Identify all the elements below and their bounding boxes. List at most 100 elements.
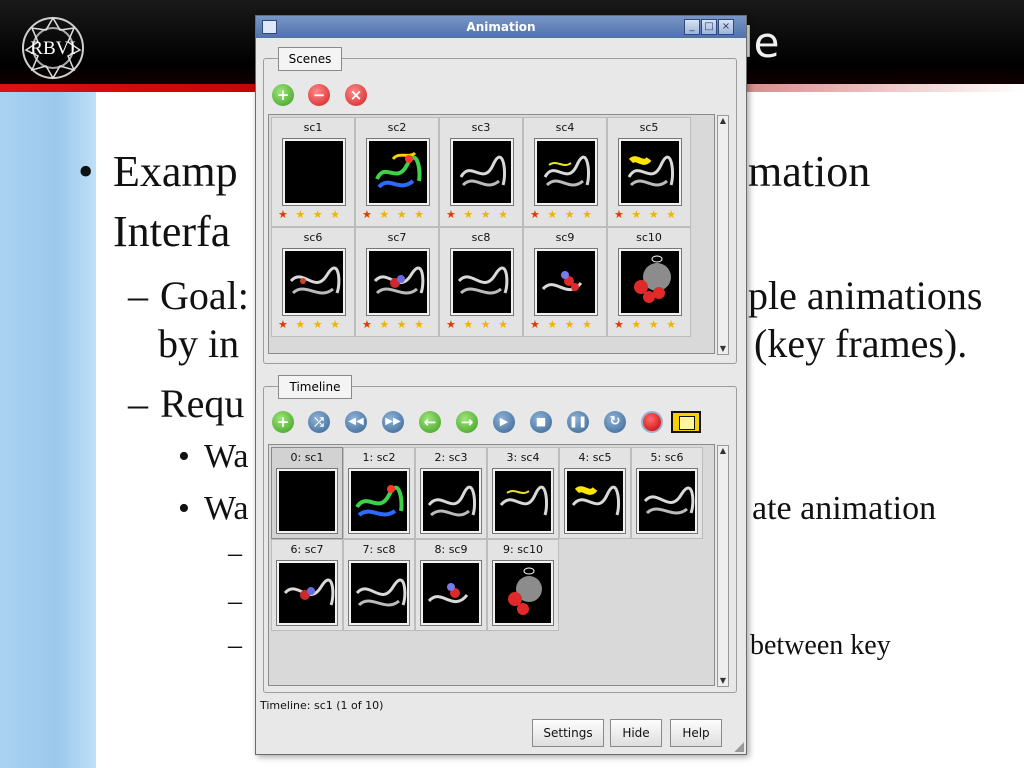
timeline-item[interactable]: 1: sc2 <box>343 447 415 539</box>
bullet-dot: • <box>78 147 94 196</box>
timeline-label: 8: sc9 <box>434 543 468 556</box>
sub-bullet-dash: – <box>228 630 242 661</box>
rating-stars[interactable]: ★ ★ ★ ★ <box>278 208 342 221</box>
scene-label: sc10 <box>636 231 662 244</box>
film-icon[interactable] <box>671 411 701 433</box>
stop-button[interactable]: ■ <box>530 411 552 433</box>
loop-button[interactable]: ↻ <box>604 411 626 433</box>
step-back-button[interactable]: ← <box>419 411 441 433</box>
delete-scene-button[interactable]: × <box>345 84 367 106</box>
scenes-pane: sc1 ★ ★ ★ ★ sc2 ★ ★ ★ ★ sc3 ★ ★ ★ ★ sc4 … <box>268 114 715 354</box>
timeline-thumbnail <box>565 469 625 533</box>
scene-item[interactable]: sc9 ★ ★ ★ ★ <box>523 227 607 337</box>
window-title: Animation <box>466 20 536 34</box>
rating-stars[interactable]: ★ ★ ★ ★ <box>446 208 510 221</box>
remove-scene-button[interactable]: − <box>308 84 330 106</box>
add-keyframe-button[interactable]: + <box>272 411 294 433</box>
step-forward-button[interactable]: → <box>456 411 478 433</box>
tab-timeline[interactable]: Timeline <box>278 375 352 399</box>
timeline-thumbnail <box>421 469 481 533</box>
scene-label: sc9 <box>555 231 575 244</box>
play-button[interactable]: ▶ <box>493 411 515 433</box>
record-button[interactable] <box>641 411 663 433</box>
scene-thumbnail <box>619 139 681 205</box>
scene-item[interactable]: sc4 ★ ★ ★ ★ <box>523 117 607 227</box>
shuffle-button[interactable]: ⤮ <box>308 411 330 433</box>
timeline-label: 5: sc6 <box>650 451 684 464</box>
hide-button[interactable]: Hide <box>610 719 662 747</box>
scene-thumbnail <box>535 139 597 205</box>
bullet-text: Requ <box>160 381 245 426</box>
animation-window: Animation _ □ × Scenes + − × sc1 ★ ★ ★ ★… <box>255 15 747 755</box>
scene-thumbnail <box>283 249 345 315</box>
rating-stars[interactable]: ★ ★ ★ ★ <box>530 208 594 221</box>
rating-stars[interactable]: ★ ★ ★ ★ <box>446 318 510 331</box>
scene-label: sc5 <box>639 121 659 134</box>
timeline-item[interactable]: 8: sc9 <box>415 539 487 631</box>
timeline-item[interactable]: 0: sc1 <box>271 447 343 539</box>
rating-stars[interactable]: ★ ★ ★ ★ <box>614 318 678 331</box>
rating-stars[interactable]: ★ ★ ★ ★ <box>362 318 426 331</box>
scroll-down-arrow[interactable]: ▼ <box>718 344 728 354</box>
scene-label: sc8 <box>471 231 491 244</box>
window-titlebar[interactable]: Animation _ □ × <box>256 16 746 38</box>
timeline-label: 6: sc7 <box>290 543 324 556</box>
rating-stars[interactable]: ★ ★ ★ ★ <box>614 208 678 221</box>
timeline-item[interactable]: 7: sc8 <box>343 539 415 631</box>
scroll-up-arrow[interactable]: ▲ <box>718 116 728 126</box>
maximize-button[interactable]: □ <box>701 19 717 35</box>
timeline-scrollbar[interactable]: ▲ ▼ <box>717 445 729 687</box>
timeline-item[interactable]: 2: sc3 <box>415 447 487 539</box>
timeline-item[interactable]: 6: sc7 <box>271 539 343 631</box>
slide-sidebar <box>0 0 96 768</box>
rewind-button[interactable]: ◀◀ <box>345 411 367 433</box>
add-scene-button[interactable]: + <box>272 84 294 106</box>
timeline-pane: 0: sc1 1: sc2 2: sc3 3: sc4 4: sc5 5: sc… <box>268 444 715 686</box>
timeline-item[interactable]: 3: sc4 <box>487 447 559 539</box>
pause-button[interactable]: ❚❚ <box>567 411 589 433</box>
scene-item[interactable]: sc8 ★ ★ ★ ★ <box>439 227 523 337</box>
bullet-text: mation <box>748 147 871 196</box>
scene-item[interactable]: sc5 ★ ★ ★ ★ <box>607 117 691 227</box>
bullet-text: Wa <box>204 490 249 527</box>
scene-item[interactable]: sc1 ★ ★ ★ ★ <box>271 117 355 227</box>
rating-stars[interactable]: ★ ★ ★ ★ <box>278 318 342 331</box>
settings-button[interactable]: Settings <box>532 719 604 747</box>
timeline-item[interactable]: 5: sc6 <box>631 447 703 539</box>
bullet-text: between key <box>750 630 891 661</box>
scroll-down-arrow[interactable]: ▼ <box>718 676 728 686</box>
scroll-up-arrow[interactable]: ▲ <box>718 446 728 456</box>
scene-label: sc1 <box>303 121 323 134</box>
timeline-label: 3: sc4 <box>506 451 540 464</box>
timeline-thumbnail <box>637 469 697 533</box>
rbvi-logo: RBVI <box>22 16 84 80</box>
scene-item[interactable]: sc2 ★ ★ ★ ★ <box>355 117 439 227</box>
timeline-thumbnail <box>493 561 553 625</box>
sub-bullet-dash: – <box>228 538 242 569</box>
scene-label: sc2 <box>387 121 407 134</box>
tab-scenes[interactable]: Scenes <box>278 47 342 71</box>
fast-forward-button[interactable]: ▶▶ <box>382 411 404 433</box>
bullet-text: Interfa <box>113 207 231 256</box>
sub-bullet-dash: – <box>128 273 148 318</box>
sub-bullet-dash: – <box>128 381 148 426</box>
scene-item[interactable]: sc3 ★ ★ ★ ★ <box>439 117 523 227</box>
scenes-scrollbar[interactable]: ▲ ▼ <box>717 115 729 355</box>
scene-thumbnail <box>619 249 681 315</box>
timeline-item[interactable]: 9: sc10 <box>487 539 559 631</box>
close-button[interactable]: × <box>718 19 734 35</box>
slide-title: le <box>742 18 780 67</box>
timeline-thumbnail <box>493 469 553 533</box>
bullet-dot: • <box>178 438 190 475</box>
resize-grip[interactable] <box>734 742 744 752</box>
rating-stars[interactable]: ★ ★ ★ ★ <box>530 318 594 331</box>
rating-stars[interactable]: ★ ★ ★ ★ <box>362 208 426 221</box>
bullet-dot: • <box>178 490 190 527</box>
scene-item[interactable]: sc6 ★ ★ ★ ★ <box>271 227 355 337</box>
scene-item[interactable]: sc7 ★ ★ ★ ★ <box>355 227 439 337</box>
help-button[interactable]: Help <box>670 719 722 747</box>
timeline-label: 9: sc10 <box>503 543 543 556</box>
scene-item[interactable]: sc10 ★ ★ ★ ★ <box>607 227 691 337</box>
minimize-button[interactable]: _ <box>684 19 700 35</box>
timeline-item[interactable]: 4: sc5 <box>559 447 631 539</box>
